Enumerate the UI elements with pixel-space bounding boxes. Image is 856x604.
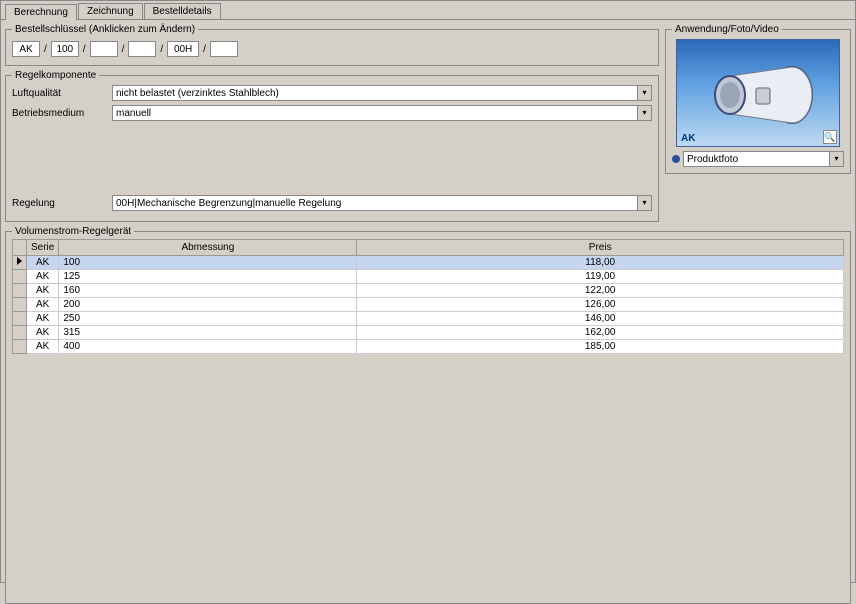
col-serie[interactable]: Serie (27, 240, 59, 256)
cell-preis: 185,00 (357, 340, 844, 354)
luftqualitaet-combo[interactable]: nicht belastet (verzinktes Stahlblech) ▾ (112, 85, 652, 101)
media-legend: Anwendung/Foto/Video (672, 24, 782, 35)
cell-abmessung: 315 (59, 326, 357, 340)
chevron-down-icon[interactable]: ▾ (829, 152, 843, 166)
betriebsmedium-combo[interactable]: manuell ▾ (112, 105, 652, 121)
tab-zeichnung[interactable]: Zeichnung (78, 3, 143, 19)
row-indicator (13, 256, 27, 270)
cell-serie: AK (27, 298, 59, 312)
separator: / (203, 44, 206, 55)
magnifier-icon[interactable]: 🔍 (823, 130, 837, 144)
tab-berechnung[interactable]: Berechnung (5, 4, 77, 20)
media-type-combo[interactable]: Produktfoto ▾ (683, 151, 844, 167)
cell-abmessung: 100 (59, 256, 357, 270)
luftqualitaet-value: nicht belastet (verzinktes Stahlblech) (113, 86, 637, 100)
cell-abmessung: 400 (59, 340, 357, 354)
product-table: Serie Abmessung Preis AK100118,00AK12511… (12, 239, 844, 354)
cell-preis: 118,00 (357, 256, 844, 270)
bullet-icon (672, 155, 680, 163)
table-row[interactable]: AK315162,00 (13, 326, 844, 340)
chevron-down-icon[interactable]: ▾ (637, 106, 651, 120)
order-key-5[interactable] (210, 41, 238, 57)
separator: / (160, 44, 163, 55)
order-key-0[interactable] (12, 41, 40, 57)
row-header-col (13, 240, 27, 256)
tab-bar: Berechnung Zeichnung Bestelldetails (1, 1, 855, 19)
cell-serie: AK (27, 256, 59, 270)
cell-serie: AK (27, 340, 59, 354)
table-row[interactable]: AK100118,00 (13, 256, 844, 270)
table-row[interactable]: AK200126,00 (13, 298, 844, 312)
cell-serie: AK (27, 326, 59, 340)
chevron-down-icon[interactable]: ▾ (637, 196, 651, 210)
regelung-label: Regelung (12, 198, 112, 209)
row-indicator (13, 270, 27, 284)
table-row[interactable]: AK160122,00 (13, 284, 844, 298)
row-indicator (13, 340, 27, 354)
cell-serie: AK (27, 284, 59, 298)
col-abmessung[interactable]: Abmessung (59, 240, 357, 256)
regelkomponente-legend: Regelkomponente (12, 70, 99, 81)
separator: / (122, 44, 125, 55)
table-row[interactable]: AK400185,00 (13, 340, 844, 354)
order-key-legend: Bestellschlüssel (Anklicken zum Ändern) (12, 24, 198, 35)
volumenstrom-group: Volumenstrom-Regelgerät Serie Abmessung … (5, 226, 851, 604)
media-group: Anwendung/Foto/Video AK (665, 24, 851, 174)
cell-abmessung: 160 (59, 284, 357, 298)
cell-abmessung: 200 (59, 298, 357, 312)
cell-abmessung: 250 (59, 312, 357, 326)
cell-preis: 146,00 (357, 312, 844, 326)
cell-preis: 126,00 (357, 298, 844, 312)
order-key-2[interactable] (90, 41, 118, 57)
media-caption: AK (681, 133, 695, 144)
order-key-4[interactable] (167, 41, 199, 57)
col-preis[interactable]: Preis (357, 240, 844, 256)
cell-preis: 122,00 (357, 284, 844, 298)
order-key-group: Bestellschlüssel (Anklicken zum Ändern) … (5, 24, 659, 66)
media-type-value: Produktfoto (684, 152, 829, 166)
row-indicator (13, 312, 27, 326)
volumenstrom-legend: Volumenstrom-Regelgerät (12, 226, 134, 237)
cell-abmessung: 125 (59, 270, 357, 284)
regelung-combo[interactable]: 00H|Mechanische Begrenzung|manuelle Rege… (112, 195, 652, 211)
separator: / (44, 44, 47, 55)
row-indicator (13, 326, 27, 340)
order-key-1[interactable] (51, 41, 79, 57)
tab-content: Bestellschlüssel (Anklicken zum Ändern) … (1, 19, 855, 582)
order-key-3[interactable] (128, 41, 156, 57)
row-indicator (13, 284, 27, 298)
main-window: Berechnung Zeichnung Bestelldetails Best… (0, 0, 856, 583)
table-row[interactable]: AK250146,00 (13, 312, 844, 326)
cell-preis: 162,00 (357, 326, 844, 340)
separator: / (83, 44, 86, 55)
regelung-value: 00H|Mechanische Begrenzung|manuelle Rege… (113, 196, 637, 210)
cell-serie: AK (27, 312, 59, 326)
table-row[interactable]: AK125119,00 (13, 270, 844, 284)
cell-serie: AK (27, 270, 59, 284)
cell-preis: 119,00 (357, 270, 844, 284)
chevron-down-icon[interactable]: ▾ (637, 86, 651, 100)
product-image: AK 🔍 (676, 39, 840, 147)
betriebsmedium-value: manuell (113, 106, 637, 120)
damper-illustration (700, 60, 820, 130)
tab-bestelldetails[interactable]: Bestelldetails (144, 3, 221, 19)
luftqualitaet-label: Luftqualität (12, 88, 112, 99)
row-indicator (13, 298, 27, 312)
regelkomponente-group: Regelkomponente Luftqualität nicht belas… (5, 70, 659, 222)
betriebsmedium-label: Betriebsmedium (12, 108, 112, 119)
